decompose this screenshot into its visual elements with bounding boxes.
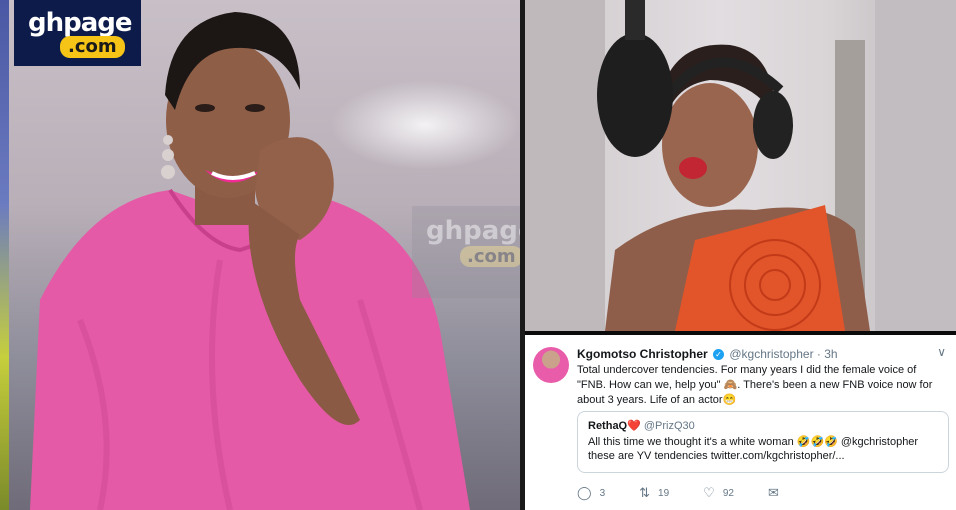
studio-illustration [525,0,956,331]
quoted-tweet-text: All this time we thought it's a white wo… [588,436,919,462]
quoted-author-name: RethaQ [588,420,628,432]
message-button[interactable]: ✉ [768,485,787,501]
tweet-header: Kgomotso Christopher ✓ @kgchristopher · … [577,347,838,361]
logo-text: ghpage [28,8,133,38]
tweet-actions: ◯ 3 ⇅ 19 ♡ 92 ✉ [577,485,821,501]
quoted-author-handle: @PrizQ30 [643,420,695,432]
retweet-icon: ⇅ [639,485,651,500]
reply-button[interactable]: ◯ 3 [577,485,605,501]
left-portrait-photo: ghpage .com ghpage .com [0,0,520,510]
retweet-count: 19 [658,487,670,499]
tweet-card[interactable]: Kgomotso Christopher ✓ @kgchristopher · … [525,335,956,510]
avatar[interactable] [533,347,569,383]
heart-icon: ❤️ [627,420,641,432]
mail-icon: ✉ [767,485,779,500]
author-name[interactable]: Kgomotso Christopher [577,347,708,361]
logo-com-badge: .com [60,36,125,58]
reply-count: 3 [599,487,606,499]
watermark-com: .com [460,246,520,267]
chevron-down-icon[interactable]: ∨ [937,345,946,359]
quoted-tweet-header: RethaQ❤️ @PrizQ30 [588,419,695,432]
quoted-tweet[interactable]: RethaQ❤️ @PrizQ30 All this time we thoug… [577,411,949,473]
verified-icon: ✓ [713,349,725,361]
reply-icon: ◯ [577,485,592,500]
author-handle[interactable]: @kgchristopher [729,347,813,361]
tweet-time[interactable]: · 3h [817,347,838,361]
ghpage-watermark: ghpage .com [412,206,520,298]
like-count: 92 [722,487,734,499]
watermark-text: ghpage [426,216,520,246]
studio-singing-photo [525,0,956,331]
like-icon: ♡ [703,485,715,500]
like-button[interactable]: ♡ 92 [703,485,734,501]
retweet-button[interactable]: ⇅ 19 [639,485,669,501]
tweet-text: Total undercover tendencies. For many ye… [577,364,933,406]
ghpage-logo: ghpage .com [14,0,141,66]
